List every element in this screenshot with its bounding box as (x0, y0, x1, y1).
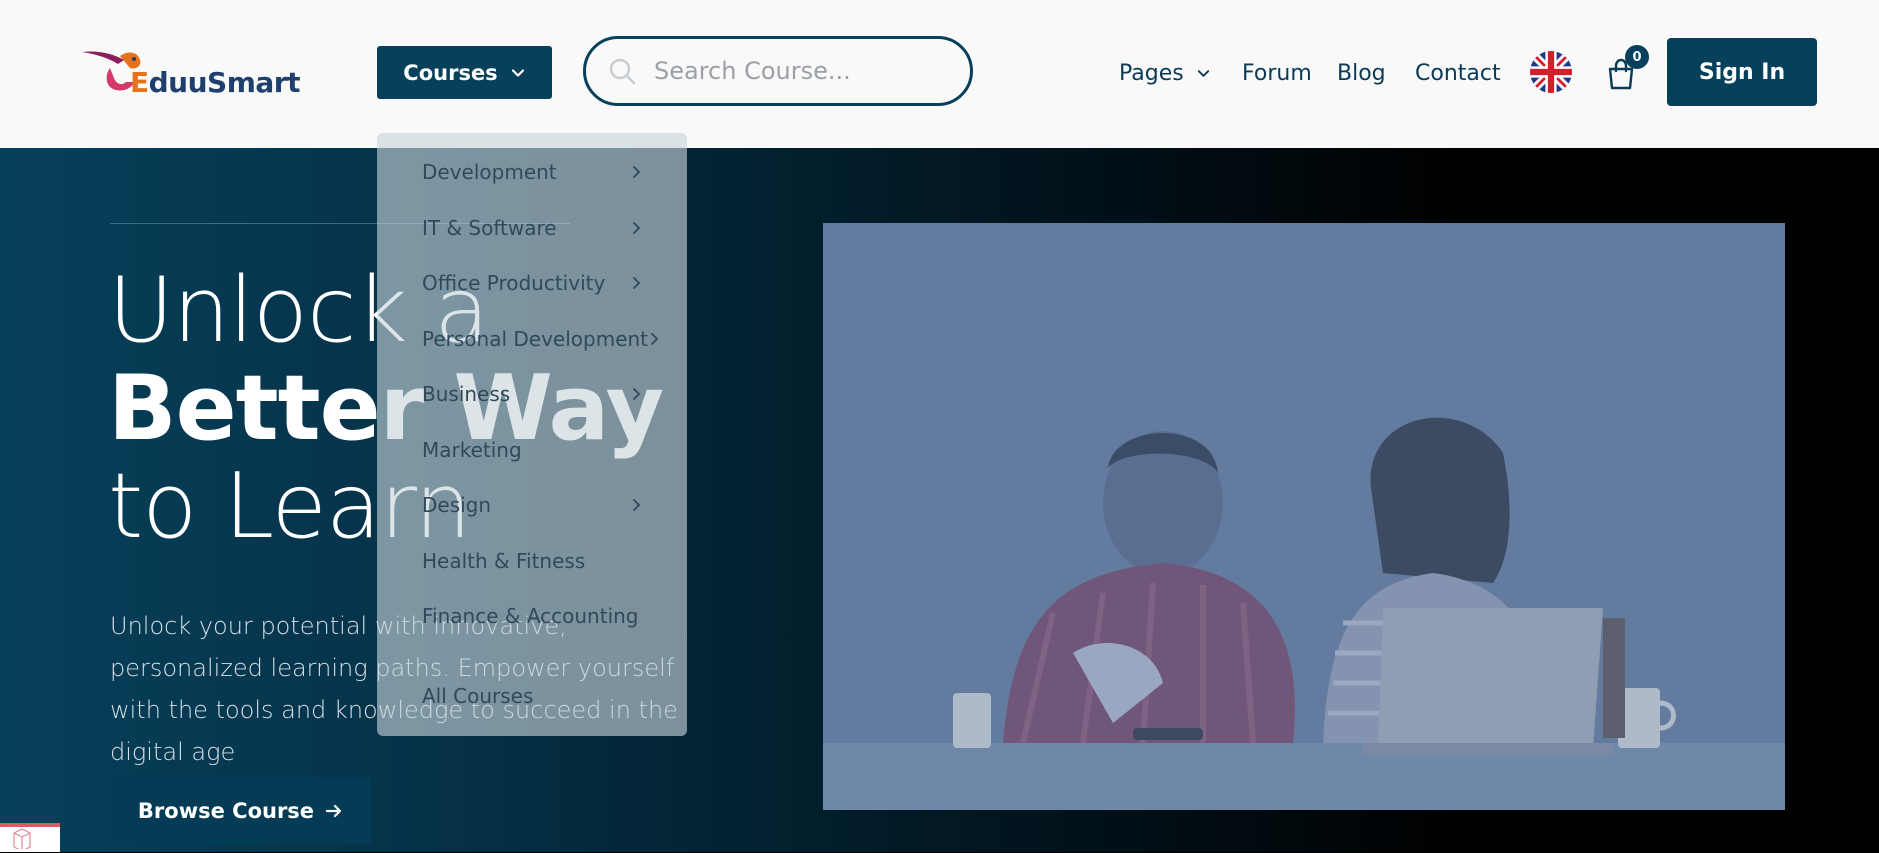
menu-item-label: All Courses (422, 684, 534, 708)
menu-item-label: Marketing (422, 438, 522, 462)
nav-pages-label: Pages (1119, 60, 1184, 86)
menu-item-label: Office Productivity (422, 271, 606, 295)
nav-blog-label: Blog (1337, 60, 1386, 86)
search-bar[interactable] (583, 36, 973, 106)
courses-menu-button[interactable]: Courses (377, 46, 552, 99)
chevron-down-icon (1197, 69, 1209, 77)
nav-pages[interactable]: Pages (1119, 58, 1211, 88)
courses-dropdown-menu: Development IT & Software Office Product… (377, 133, 687, 736)
chevron-right-icon (633, 166, 641, 178)
menu-item-development[interactable]: Development (422, 157, 642, 187)
box-icon (13, 828, 31, 852)
menu-item-label: Business (422, 382, 511, 406)
menu-item-design[interactable]: Design (422, 490, 642, 520)
search-icon (609, 58, 636, 85)
courses-label: Courses (403, 60, 498, 85)
cart-count-badge: 0 (1625, 45, 1649, 69)
browse-course-button[interactable]: Browse Course (111, 777, 371, 844)
menu-item-business[interactable]: Business (422, 379, 642, 409)
site-header: EduuSmart Courses Pages Forum Blog Conta… (0, 0, 1879, 148)
corner-widget[interactable] (0, 823, 60, 852)
nav-forum[interactable]: Forum (1242, 58, 1312, 88)
chevron-right-icon (633, 222, 641, 234)
uk-flag-icon[interactable] (1530, 51, 1572, 93)
menu-item-label: Finance & Accounting (422, 604, 639, 628)
menu-item-label: IT & Software (422, 216, 557, 240)
chevron-right-icon (633, 277, 641, 289)
menu-item-label: Health & Fitness (422, 549, 586, 573)
nav-contact[interactable]: Contact (1415, 58, 1501, 88)
hero-image (823, 223, 1785, 810)
menu-item-health-fitness[interactable]: Health & Fitness (422, 546, 642, 576)
menu-item-label: Development (422, 160, 557, 184)
menu-item-finance-accounting[interactable]: Finance & Accounting (422, 601, 642, 631)
menu-item-label: Personal Development (422, 327, 649, 351)
chevron-right-icon (651, 333, 659, 345)
chevron-right-icon (633, 388, 641, 400)
chevron-down-icon (511, 68, 524, 77)
nav-contact-label: Contact (1415, 60, 1501, 86)
people-with-laptop-illustration (823, 223, 1785, 810)
logo-text: EduuSmart (130, 66, 300, 99)
search-input[interactable] (652, 56, 956, 86)
menu-item-all-courses[interactable]: All Courses (422, 681, 642, 711)
chevron-right-icon (633, 499, 641, 511)
arrow-right-icon (325, 804, 342, 817)
menu-item-personal-development[interactable]: Personal Development (422, 324, 659, 354)
nav-forum-label: Forum (1242, 60, 1312, 86)
menu-item-marketing[interactable]: Marketing (422, 435, 642, 465)
menu-item-office-productivity[interactable]: Office Productivity (422, 268, 642, 298)
logo[interactable]: EduuSmart (80, 48, 300, 104)
menu-item-label: Design (422, 493, 492, 517)
browse-course-label: Browse Course (137, 798, 315, 823)
sign-in-button[interactable]: Sign In (1667, 38, 1817, 106)
nav-blog[interactable]: Blog (1337, 58, 1386, 88)
menu-item-it-software[interactable]: IT & Software (422, 213, 642, 243)
